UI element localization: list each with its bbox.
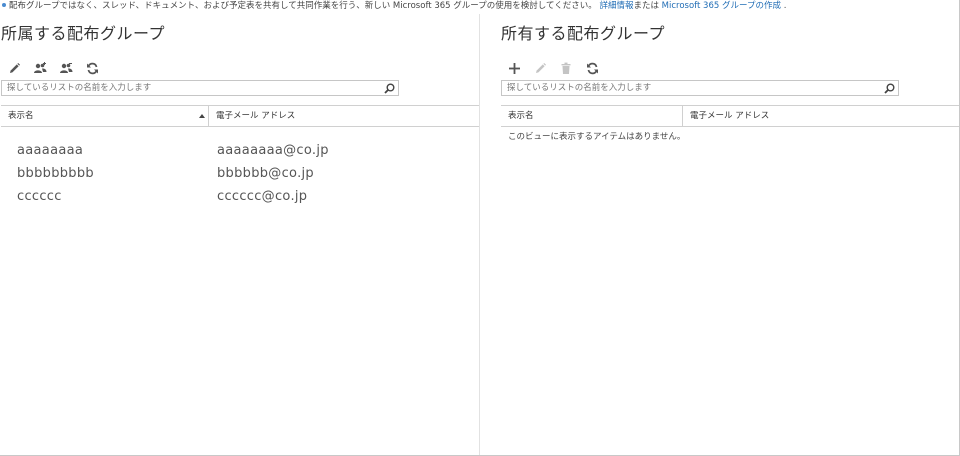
column-header-display-name[interactable]: 表示名	[501, 106, 683, 126]
table-row[interactable]: cccccc cccccc@co.jp	[0, 185, 478, 208]
refresh-button[interactable]	[82, 58, 102, 78]
table-row[interactable]: aaaaaaaa aaaaaaaa@co.jp	[0, 139, 478, 162]
trash-icon	[561, 62, 571, 74]
column-header-display-name[interactable]: 表示名	[1, 106, 209, 126]
member-of-search	[1, 80, 399, 96]
column-header-email[interactable]: 電子メール アドレス	[209, 106, 479, 126]
create-group-link[interactable]: Microsoft 365 グループの作成	[662, 1, 781, 11]
new-group-button[interactable]	[504, 58, 524, 78]
learn-more-link[interactable]: 詳細情報	[599, 1, 633, 11]
row-display-name: cccccc	[17, 189, 62, 204]
pencil-icon	[9, 62, 20, 73]
member-of-panel: 所属する配布グループ 探しているリストの名前を入力します 表示名 電子メール ア…	[0, 14, 480, 455]
plus-icon	[508, 62, 520, 74]
owned-grid-header: 表示名 電子メール アドレス	[501, 105, 959, 127]
refresh-icon	[586, 62, 598, 74]
column-label: 表示名	[508, 111, 534, 121]
row-email: cccccc@co.jp	[217, 189, 308, 204]
member-of-grid-header: 表示名 電子メール アドレス	[1, 105, 479, 127]
member-of-rows: aaaaaaaa aaaaaaaa@co.jp bbbbbbbbb bbbbbb…	[0, 139, 478, 208]
member-of-toolbar	[4, 58, 102, 78]
member-of-search-button[interactable]	[382, 81, 396, 95]
info-banner: 配布グループではなく、スレッド、ドキュメント、および予定表を共有して共同作業を行…	[0, 0, 955, 14]
owned-search-input[interactable]	[502, 81, 882, 95]
leave-group-button[interactable]	[56, 58, 76, 78]
banner-text: 配布グループではなく、スレッド、ドキュメント、および予定表を共有して共同作業を行…	[9, 1, 597, 11]
banner-period: .	[783, 1, 787, 11]
search-icon	[383, 83, 394, 94]
refresh-button[interactable]	[582, 58, 602, 78]
row-email: aaaaaaaa@co.jp	[217, 143, 329, 158]
pencil-icon	[535, 62, 546, 73]
column-label: 表示名	[8, 111, 34, 121]
delete-button[interactable]	[556, 58, 576, 78]
edit-button[interactable]	[4, 58, 24, 78]
info-icon	[2, 3, 6, 7]
owned-title: 所有する配布グループ	[501, 24, 666, 43]
empty-list-message: このビューに表示するアイテムはありません。	[508, 132, 686, 142]
member-of-search-input[interactable]	[2, 81, 382, 95]
owned-search-button[interactable]	[882, 81, 896, 95]
search-icon	[883, 83, 894, 94]
column-header-email[interactable]: 電子メール アドレス	[683, 106, 959, 126]
row-email: bbbbbb@co.jp	[217, 166, 314, 181]
banner-or-text: または	[633, 1, 659, 11]
row-display-name: aaaaaaaa	[17, 143, 84, 158]
leave-group-icon	[60, 62, 73, 73]
owned-toolbar	[504, 58, 602, 78]
sort-ascending-icon	[199, 114, 205, 118]
owned-search	[501, 80, 899, 96]
join-group-button[interactable]	[30, 58, 50, 78]
join-group-icon	[34, 61, 47, 73]
column-label: 電子メール アドレス	[216, 111, 296, 121]
member-of-title: 所属する配布グループ	[1, 24, 166, 43]
row-display-name: bbbbbbbbb	[17, 166, 94, 181]
column-label: 電子メール アドレス	[690, 111, 770, 121]
refresh-icon	[86, 62, 98, 74]
owned-panel: 所有する配布グループ 探しているリストの名前を入力します 表示名 電子メール ア…	[500, 14, 959, 455]
edit-button[interactable]	[530, 58, 550, 78]
table-row[interactable]: bbbbbbbbb bbbbbb@co.jp	[0, 162, 478, 185]
